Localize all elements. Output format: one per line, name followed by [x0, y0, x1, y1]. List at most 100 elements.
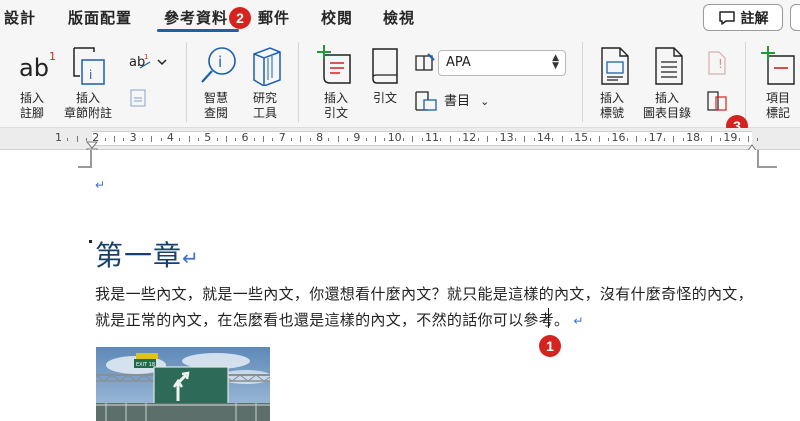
share-button[interactable]: [790, 4, 800, 31]
chapter-heading[interactable]: 第一章↵: [95, 234, 200, 274]
ruler-tick: [608, 138, 610, 141]
ruler-tick: [225, 136, 227, 142]
body-text-line-1[interactable]: 我是一些內文，就是一些內文，你還想看什麼內文？就只能是這樣的內文，沒有什麼奇怪的…: [95, 283, 753, 304]
ruler-tick: [701, 138, 703, 141]
margin-corner-right: [757, 150, 777, 168]
smart-lookup-label: 智慧 查閱: [204, 91, 229, 120]
ruler-number: 11: [425, 131, 439, 144]
ruler-tick: [561, 136, 563, 142]
ruler-tick: [151, 136, 153, 142]
next-footnote-icon[interactable]: ab 1: [128, 52, 168, 72]
ruler-number: 16: [611, 131, 626, 144]
ribbon-separator: [745, 42, 746, 122]
ruler-tick: [291, 138, 293, 141]
ruler-tick: [197, 138, 199, 141]
ruler-tick: [347, 138, 349, 141]
ruler-tick: [179, 138, 181, 141]
ruler-tick: [113, 136, 115, 142]
ruler-number: 17: [648, 131, 663, 144]
chevron-down-icon: ⌄: [480, 95, 490, 108]
researcher-icon[interactable]: [250, 46, 284, 87]
insert-endnote-label: 插入 章節附註: [64, 91, 113, 120]
step-badge-2: 2: [229, 7, 251, 29]
ruler-number: 13: [499, 131, 514, 144]
ruler-number: 14: [536, 131, 551, 144]
ruler-tick: [738, 138, 740, 141]
update-table-icon[interactable]: !: [706, 50, 728, 76]
show-notes-icon[interactable]: [130, 89, 146, 107]
body-text-line-2[interactable]: 就是正常的內文，在怎麼看也還是這樣的內文，不然的話你可以參考。 ↵: [95, 309, 584, 330]
bibliography-label[interactable]: 書目 ⌄: [444, 94, 489, 109]
insert-endnote-icon[interactable]: i: [72, 46, 108, 86]
tab-view[interactable]: 檢視: [383, 7, 415, 28]
bibliography-icon[interactable]: [414, 90, 440, 112]
ruler-tick: [384, 138, 386, 141]
tab-design[interactable]: 設計: [4, 7, 36, 28]
ruler-number: 10: [387, 131, 402, 144]
ruler-tick: [682, 138, 684, 141]
ribbon-separator: [186, 42, 187, 122]
ruler-number: 7: [278, 131, 286, 144]
inline-photo[interactable]: EXIT 18: [96, 347, 270, 421]
ruler-number: 12: [462, 131, 477, 144]
ruler-number: 4: [166, 131, 174, 144]
ruler-tick: [626, 138, 628, 141]
tab-references[interactable]: 參考資料: [164, 7, 228, 28]
ruler-tick: [253, 138, 255, 141]
insert-caption-icon[interactable]: [598, 46, 632, 86]
ruler-tick: [664, 138, 666, 141]
insert-footnote-label: 插入 註腳: [20, 91, 45, 120]
ruler-tick: [514, 138, 516, 141]
table-of-figures-icon[interactable]: [652, 46, 686, 86]
citation-style-select[interactable]: APA ▲ ▼: [438, 50, 566, 76]
svg-text:1: 1: [144, 53, 148, 61]
ruler-tick: [710, 136, 712, 142]
ruler-number: 9: [353, 131, 361, 144]
ruler-tick: [235, 138, 237, 141]
ruler-tick: [533, 138, 535, 141]
insert-citation-icon[interactable]: [316, 45, 354, 85]
ruler-tick: [300, 136, 302, 142]
ruler-tick: [328, 138, 330, 141]
tab-mailings[interactable]: 郵件: [258, 7, 290, 28]
ruler-tick: [375, 136, 377, 142]
ruler-tick: [421, 138, 423, 141]
cross-reference-icon[interactable]: [706, 90, 728, 112]
ruler-tick: [598, 136, 600, 142]
ruler-tick: [636, 136, 638, 142]
comments-button[interactable]: 註解: [703, 4, 783, 31]
manage-sources-icon[interactable]: [414, 52, 436, 72]
ribbon-separator: [298, 42, 299, 122]
ruler-tick: [272, 138, 274, 141]
citations-book-icon[interactable]: [370, 46, 400, 86]
smart-lookup-icon[interactable]: i: [199, 44, 239, 86]
chevron-updown-icon: ▲ ▼: [552, 53, 559, 71]
right-indent-marker[interactable]: [746, 138, 758, 153]
ruler-tick: [123, 138, 125, 141]
tab-review[interactable]: 校閱: [321, 7, 353, 28]
ruler-tick: [477, 138, 479, 141]
citation-style-value: APA: [446, 55, 471, 70]
tab-layout[interactable]: 版面配置: [68, 7, 132, 28]
ruler-number: 15: [574, 131, 589, 144]
heading-bullet-marker: [89, 240, 92, 243]
mark-entry-icon[interactable]: [760, 46, 796, 86]
ruler-number: 8: [316, 131, 324, 144]
ruler-tick: [76, 136, 78, 142]
insert-footnote-icon[interactable]: ab 1: [18, 48, 58, 82]
ruler-tick: [645, 138, 647, 141]
ruler-tick: [188, 136, 190, 142]
ruler-number: 19: [723, 131, 738, 144]
references-ribbon: ab 1 插入 註腳 i 插入 章節附註 ab 1 i 智慧 查閱 研究 工具 …: [0, 34, 800, 128]
researcher-label: 研究 工具: [253, 91, 278, 120]
insert-citation-label: 插入 引文: [324, 91, 349, 120]
svg-text:i: i: [89, 68, 92, 82]
ruler-tick: [458, 138, 460, 141]
ruler-tick: [720, 138, 722, 141]
ruler-number: 3: [129, 131, 137, 144]
svg-text:i: i: [218, 53, 222, 71]
margin-corner-left: [78, 150, 92, 168]
paragraph-mark: ↵: [95, 178, 106, 192]
active-tab-indicator: [157, 29, 239, 32]
ruler-tick: [412, 136, 414, 142]
